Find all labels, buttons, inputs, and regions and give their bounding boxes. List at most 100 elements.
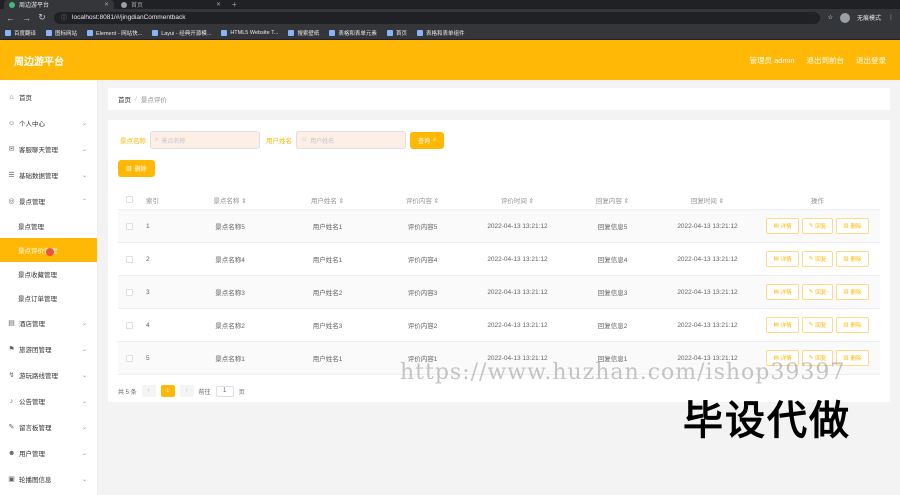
address-text: localhost:8081/#/jingdianCommentback [72,14,186,21]
header-comment[interactable]: 评价内容 ⇕ [375,195,470,205]
reload-icon[interactable]: ↻ [38,12,46,23]
bookmark-item[interactable]: Element - 网站快... [87,29,142,37]
back-arrow-icon[interactable]: ← [6,13,15,23]
header-reply[interactable]: 回复内容 ⇕ [565,195,660,205]
menu-dots-icon[interactable]: ⋮ [888,14,894,21]
tab-close-icon[interactable]: ✕ [216,1,221,8]
sidebar-item-chat[interactable]: ✉ 客服聊天管理 ⌄ [0,136,97,162]
profile-label[interactable]: 无痕模式 [857,13,881,22]
home-icon: ⌂ [9,93,14,101]
delete-button[interactable]: ▥ 删除 [836,218,869,234]
trash-icon: ▥ [843,289,849,295]
cell-comment-time: 2022-04-13 13:21:12 [487,321,548,329]
row-checkbox[interactable] [125,222,133,230]
cell-comment: 评价内容5 [407,224,438,231]
header-reply-time[interactable]: 回复时间 ⇕ [660,195,755,205]
bookmark-item[interactable]: 首页 [386,29,407,37]
sidebar-subitem-scenic[interactable]: 景点管理 [0,214,97,238]
bookmark-item[interactable]: 图标网站 [46,29,77,37]
sidebar-item-home[interactable]: ⌂ 首页 [0,84,97,110]
user-name-input[interactable]: ☺ 用户姓名 [296,131,406,149]
delete-button[interactable]: ▥ 删除 [836,284,869,300]
search-form: 景点名称 ⌕ 景点名称 用户姓名 ☺ 用户姓名 查询 ⌕ [118,130,880,150]
forward-arrow-icon[interactable]: → [22,13,31,23]
bookmark-icon [87,29,94,36]
detail-button[interactable]: ▤ 详情 [766,218,799,234]
cell-user-name: 用户姓名1 [312,257,343,264]
bookmark-star-icon[interactable]: ☆ [828,14,833,21]
bookmark-item[interactable]: 表格和表单组件 [416,29,464,37]
cell-reply-time: 2022-04-13 13:21:12 [677,288,738,296]
detail-icon: ▤ [773,289,779,295]
sidebar-item-tour-group[interactable]: ⚑ 旅游团管理 ⌄ [0,336,97,362]
delete-button[interactable]: ▥ 删除 [836,317,869,333]
query-button[interactable]: 查询 ⌕ [410,131,445,149]
detail-button[interactable]: ▤ 详情 [766,251,799,267]
row-checkbox[interactable] [125,255,133,263]
chevron-down-icon: ⌄ [81,346,87,353]
tab-close-icon[interactable]: ✕ [104,1,109,8]
select-all-checkbox[interactable] [125,196,133,203]
sidebar-item-route[interactable]: ↯ 游玩路线管理 ⌄ [0,362,97,388]
sidebar-item-hotel[interactable]: ▤ 酒店管理 ⌄ [0,310,97,336]
address-bar[interactable]: ⓘ localhost:8081/#/jingdianCommentback [54,11,820,24]
next-page-button[interactable]: › [179,385,194,397]
batch-delete-button[interactable]: ▥ 删除 [118,160,155,177]
tab-title: 首页 [131,3,144,9]
breadcrumb-separator: / [135,95,137,103]
new-tab-button[interactable]: + [232,0,237,9]
sidebar-subitem-scenic-favorite[interactable]: 景点收藏管理 [0,262,97,286]
delete-button[interactable]: ▥ 删除 [836,251,869,267]
header-comment-time[interactable]: 评价时间 ⇕ [470,195,565,205]
hotel-icon: ▤ [8,319,15,327]
detail-button[interactable]: ▤ 详情 [766,284,799,300]
prev-page-button[interactable]: ‹ [141,385,156,397]
detail-button[interactable]: ▤ 详情 [766,317,799,333]
exit-to-front-link[interactable]: 退出到前台 [807,55,845,66]
reply-button[interactable]: ✎ 回复 [801,251,834,267]
chevron-down-icon: ⌄ [81,146,87,153]
scenic-name-input[interactable]: ⌕ 景点名称 [150,131,260,149]
bookmark-item[interactable]: Layui - 经典开源模... [152,29,211,37]
sidebar-item-message[interactable]: ✎ 留言板管理 ⌄ [0,414,97,440]
bookmark-item[interactable]: 表格和表单元素 [329,29,377,37]
cell-actions: ▤ 详情 ✎ 回复 ▥ 删除 [755,317,880,333]
sort-icon: ⇕ [718,197,725,205]
cell-index: 5 [146,354,150,362]
main-content: 首页 / 景点评价 景点名称 ⌕ 景点名称 用户姓名 ☺ 用户姓名 查询 ⌕ ▥… [98,80,900,495]
chevron-down-icon: ⌄ [81,320,87,327]
sidebar-item-carousel[interactable]: ▣ 轮播图信息 ⌄ [0,466,97,492]
browser-tab-inactive[interactable]: 首页 ✕ [116,0,226,9]
sidebar-subitem-scenic-comment[interactable]: 景点评价管理 [0,238,97,262]
cell-reply: 回复信息3 [597,290,628,297]
incognito-avatar-icon[interactable] [839,12,850,23]
bookmark-item[interactable]: 搜索壁纸 [288,29,319,37]
header-index[interactable]: 索引 [140,195,180,205]
browser-tab-active[interactable]: 周边游平台 ✕ [4,0,114,9]
page-number-current[interactable]: 1 [160,385,175,397]
site-info-icon[interactable]: ⓘ [61,13,67,22]
sidebar-subitem-scenic-order[interactable]: 景点订单管理 [0,286,97,310]
sidebar-item-profile[interactable]: ☺ 个人中心 ⌄ [0,110,97,136]
sidebar-item-basedata[interactable]: ☰ 基础数据管理 ⌄ [0,162,97,188]
reply-button[interactable]: ✎ 回复 [801,218,834,234]
breadcrumb-home[interactable]: 首页 [118,94,131,104]
sidebar-item-notice[interactable]: ♪ 公告管理 ⌄ [0,388,97,414]
sidebar-item-scenic[interactable]: ◎ 景点管理 ⌃ [0,188,97,214]
reply-button[interactable]: ✎ 回复 [801,284,834,300]
url-watermark: https://www.huzhan.com/ishop39397 [400,360,846,385]
header-scenic-name[interactable]: 景点名称 ⇕ [180,195,280,205]
bookmark-item[interactable]: 百度翻译 [5,29,36,37]
app-layout: ⌂ 首页 ☺ 个人中心 ⌄ ✉ 客服聊天管理 ⌄ ☰ 基础数据管理 ⌄ ◎ 景点… [0,80,900,495]
reply-button[interactable]: ✎ 回复 [801,317,834,333]
row-checkbox[interactable] [125,321,133,329]
row-checkbox[interactable] [125,288,133,296]
header-user-name[interactable]: 用户姓名 ⇕ [280,195,375,205]
total-count: 共 5 条 [118,389,137,396]
bookmark-icon [386,29,393,36]
bookmark-item[interactable]: HTML5 Website T... [221,29,278,36]
sidebar-item-users[interactable]: ☻ 用户管理 ⌄ [0,440,97,466]
row-checkbox[interactable] [125,354,133,362]
page-jump-input[interactable]: 1 [215,385,234,397]
logout-link[interactable]: 退出登录 [856,55,886,66]
